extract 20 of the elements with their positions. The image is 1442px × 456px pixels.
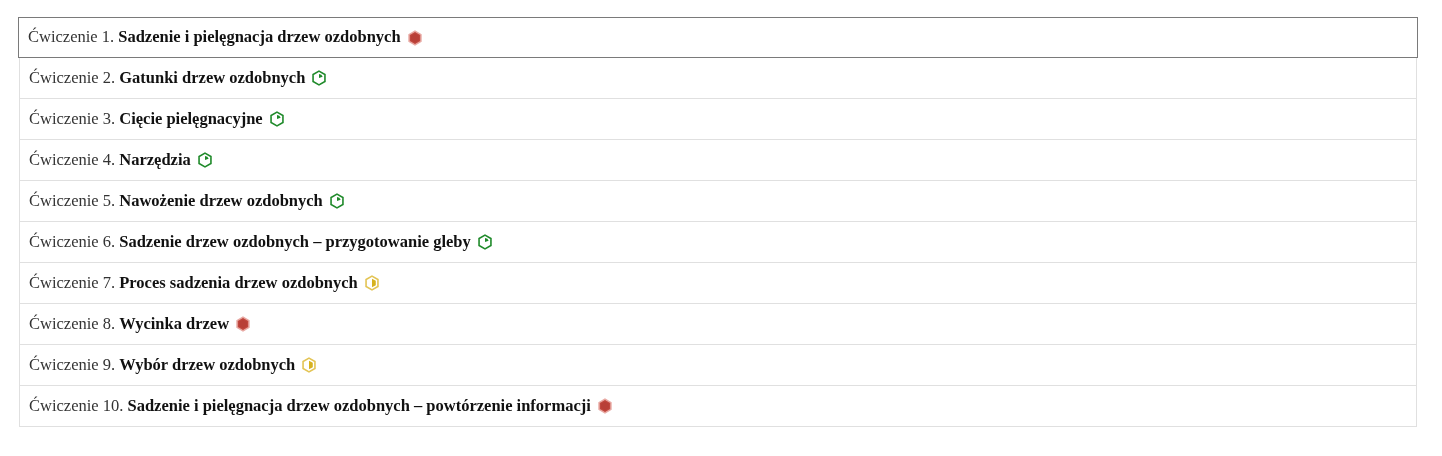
exercise-label: Ćwiczenie 3. Cięcie pielęgnacyjne — [29, 107, 263, 130]
exercise-label: Ćwiczenie 5. Nawożenie drzew ozdobnych — [29, 189, 323, 212]
exercise-item[interactable]: Ćwiczenie 7. Proces sadzenia drzew ozdobnych — [19, 263, 1417, 304]
exercise-item[interactable]: Ćwiczenie 9. Wybór drzew ozdobnych — [19, 345, 1417, 386]
exercise-label: Ćwiczenie 7. Proces sadzenia drzew ozdobnych — [29, 271, 358, 294]
exercise-item[interactable]: Ćwiczenie 8. Wycinka drzew — [19, 304, 1417, 345]
exercise-label: Ćwiczenie 9. Wybór drzew ozdobnych — [29, 353, 296, 376]
exercise-item[interactable]: Ćwiczenie 6. Sadzenie drzew ozdobnych – przygotowanie gleby — [19, 222, 1417, 263]
exercise-label: Ćwiczenie 8. Wycinka drzew — [29, 312, 230, 335]
exercise-item[interactable]: Ćwiczenie 1. Sadzenie i pielęgnacja drzew ozdobnych — [18, 17, 1418, 58]
exercise-label: Ćwiczenie 6. Sadzenie drzew ozdobnych – przygotowanie gleby — [29, 230, 471, 253]
exercise-item[interactable]: Ćwiczenie 5. Nawożenie drzew ozdobnych — [19, 181, 1417, 222]
exercise-item[interactable]: Ćwiczenie 10. Sadzenie i pielęgnacja drzew ozdobnych – powtórzenie informacji — [19, 386, 1417, 427]
exercise-item[interactable]: Ćwiczenie 2. Gatunki drzew ozdobnych — [19, 58, 1417, 99]
exercise-label: Ćwiczenie 2. Gatunki drzew ozdobnych — [29, 66, 306, 89]
exercise-label: Ćwiczenie 4. Narzędzia — [29, 148, 191, 171]
exercise-item[interactable]: Ćwiczenie 3. Cięcie pielęgnacyjne — [19, 99, 1417, 140]
exercise-label: Ćwiczenie 1. Sadzenie i pielęgnacja drzew ozdobnych — [28, 26, 401, 49]
exercise-item[interactable]: Ćwiczenie 4. Narzędzia — [19, 140, 1417, 181]
exercise-label: Ćwiczenie 10. Sadzenie i pielęgnacja drzew ozdobnych – powtórzenie informacji — [29, 394, 591, 417]
